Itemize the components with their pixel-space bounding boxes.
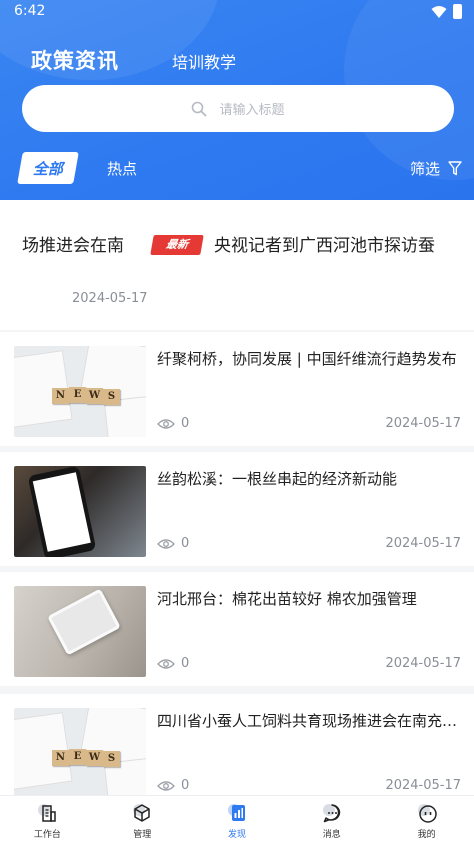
filter-button[interactable]: 筛选 [410, 158, 462, 179]
eye-icon [157, 658, 175, 669]
news-date: 2024-05-17 [385, 536, 461, 551]
nav-label: 发现 [227, 830, 246, 840]
view-count-value: 0 [181, 416, 190, 431]
news-date: 2024-05-17 [385, 778, 461, 793]
news-date: 2024-05-17 [385, 416, 461, 431]
nav-item-workbench[interactable]: 工作台 [0, 796, 95, 844]
discover-icon [227, 804, 245, 821]
view-count: 0 [157, 656, 189, 671]
wifi-icon [431, 5, 447, 18]
filter-row: 全部 热点 筛选 [0, 150, 474, 186]
news-title: 河北邢台：棉花出苗较好 棉农加强管理 [157, 590, 417, 608]
phone-graphic [27, 466, 97, 557]
cube-icon [133, 804, 150, 822]
news-tile: N [52, 750, 69, 766]
bottom-nav: 工作台 管理 发现 消息 我的 [0, 795, 474, 844]
news-tile: E [69, 749, 86, 765]
eye-icon [157, 780, 175, 791]
news-thumbnail [14, 466, 146, 557]
news-title: 丝韵松溪：一根丝串起的经济新动能 [157, 470, 398, 488]
featured-marquee: 场推进会在南 最新 央视记者到广西河池市探访蚕 [0, 231, 474, 261]
new-badge: 最新 [150, 235, 204, 255]
news-list: 场推进会在南 最新 央视记者到广西河池市探访蚕 2024-05-17 N E W… [0, 200, 474, 795]
news-item[interactable]: N E W S 纤聚柯桥，协同发展 | 中国纤维流行趋势发布 0 2024-05… [0, 332, 474, 446]
chip-all-label: 全部 [32, 160, 63, 178]
news-tile: E [69, 387, 86, 403]
news-tile: W [86, 388, 103, 404]
news-title: 纤聚柯桥，协同发展 | 中国纤维流行趋势发布 [157, 350, 457, 368]
news-thumbnail: N E W S [14, 708, 146, 795]
news-tile: S [103, 751, 120, 767]
nav-label: 工作台 [33, 830, 61, 840]
phone-screen-graphic [32, 472, 91, 552]
nav-item-profile[interactable]: 我的 [379, 796, 474, 844]
news-date: 2024-05-17 [385, 656, 461, 671]
search-bar[interactable]: 请输入标题 [22, 85, 454, 132]
view-count: 0 [157, 536, 189, 551]
status-time: 6:42 [14, 3, 46, 19]
search-icon [192, 101, 207, 116]
news-item[interactable]: 河北邢台：棉花出苗较好 棉农加强管理 0 2024-05-17 [0, 572, 474, 686]
nav-item-manage[interactable]: 管理 [95, 796, 190, 844]
featured-banner[interactable]: 场推进会在南 最新 央视记者到广西河池市探访蚕 2024-05-17 [0, 200, 474, 330]
header: 6:42 政策资讯 培训教学 请输入标题 全部 热点 筛选 [0, 0, 474, 200]
view-count-value: 0 [181, 536, 190, 551]
app-screen: 6:42 政策资讯 培训教学 请输入标题 全部 热点 筛选 场推进会在南 最新 … [0, 0, 474, 844]
view-count: 0 [157, 416, 189, 431]
tab-training[interactable]: 培训教学 [172, 49, 236, 73]
top-tabs: 政策资讯 培训教学 [0, 40, 474, 80]
nav-item-messages[interactable]: 消息 [284, 796, 379, 844]
featured-date: 2024-05-17 [72, 291, 148, 306]
news-item[interactable]: N E W S 四川省小蚕人工饲料共育现场推进会在南充召开 0 2024-05-… [0, 694, 474, 795]
search-input[interactable]: 请输入标题 [219, 99, 284, 118]
view-count-value: 0 [181, 656, 190, 671]
news-tile: S [103, 389, 120, 405]
filter-icon [448, 161, 462, 176]
news-item[interactable]: 丝韵松溪：一根丝串起的经济新动能 0 2024-05-17 [0, 452, 474, 566]
filter-label: 筛选 [409, 160, 440, 178]
news-thumbnail: N E W S [14, 346, 146, 437]
chip-hot[interactable]: 热点 [107, 158, 137, 179]
nav-label: 我的 [417, 830, 436, 840]
tab-policy-news[interactable]: 政策资讯 [31, 45, 119, 75]
news-thumbnail [14, 586, 146, 677]
eye-icon [157, 418, 175, 429]
status-icons [431, 4, 462, 19]
chip-all[interactable]: 全部 [17, 152, 79, 184]
featured-text-right: 央视记者到广西河池市探访蚕 [214, 236, 435, 256]
message-icon [322, 804, 340, 823]
view-count: 0 [157, 778, 189, 793]
news-title: 四川省小蚕人工饲料共育现场推进会在南充召开 [157, 712, 462, 730]
tablet-graphic [47, 588, 121, 656]
status-bar: 6:42 [0, 0, 474, 24]
building-icon [38, 804, 57, 822]
nav-label: 消息 [322, 830, 341, 840]
news-tile: W [86, 750, 103, 766]
nav-label: 管理 [133, 830, 152, 840]
nav-item-discover[interactable]: 发现 [190, 796, 285, 844]
view-count-value: 0 [181, 778, 190, 793]
search-inner: 请输入标题 [22, 85, 454, 132]
battery-icon [453, 4, 462, 19]
profile-icon [417, 804, 437, 823]
news-tile: N [52, 388, 69, 404]
featured-text-left: 场推进会在南 [22, 236, 124, 256]
eye-icon [157, 538, 175, 549]
